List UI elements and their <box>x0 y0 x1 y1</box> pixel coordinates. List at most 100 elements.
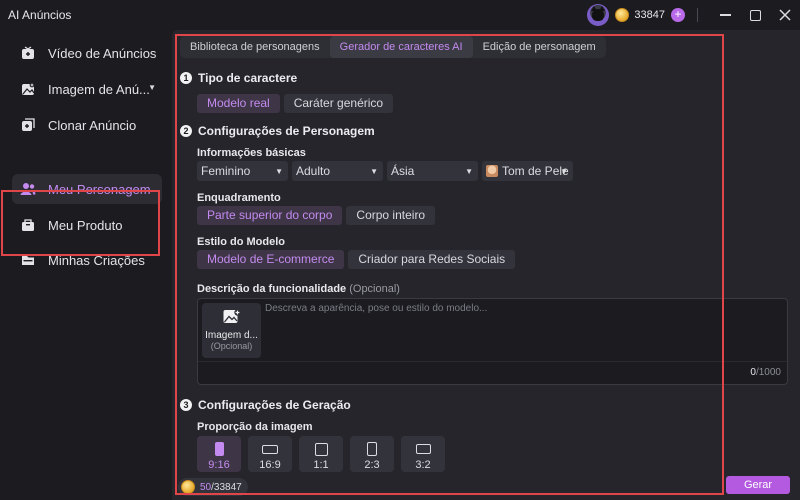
minimize-icon <box>719 14 731 16</box>
sidebar-item-label: Imagem de Anú... <box>48 81 150 97</box>
gender-select[interactable]: Feminino ▼ <box>197 161 288 181</box>
title-bar: AI Anúncios 33847 + <box>0 0 800 30</box>
ratio-1-1-option[interactable]: 1:1 <box>299 436 343 472</box>
sidebar: Vídeo de Anúncios Imagem de Anú... ▼ Clo… <box>0 30 170 500</box>
cat-avatar-icon <box>591 6 606 21</box>
user-avatar[interactable] <box>587 4 610 26</box>
maximize-button[interactable] <box>740 0 770 30</box>
aspect-ratio-label: Proporção da imagem <box>197 421 313 433</box>
option-generic-character[interactable]: Caráter genérico <box>283 94 394 113</box>
sidebar-item-clone-ad[interactable]: Clonar Anúncio <box>12 110 162 140</box>
credits-used: 50 <box>200 481 212 493</box>
ratio-3-2-option[interactable]: 3:2 <box>401 436 445 472</box>
tab-character-editing[interactable]: Edição de personagem <box>473 36 606 58</box>
description-input[interactable]: Descreva a aparência, pose ou estilo do … <box>265 303 487 314</box>
video-add-icon <box>20 45 36 61</box>
close-button[interactable] <box>770 0 800 30</box>
ratio-label: 9:16 <box>208 459 230 471</box>
skin-tone-value: Tom de Pele <box>502 164 569 178</box>
framing-label: Enquadramento <box>197 192 281 204</box>
section-character-type: 1 Tipo de caractere <box>180 71 297 85</box>
option-ecommerce-model[interactable]: Modelo de E-commerce <box>197 250 345 269</box>
image-button-optional: (Opcional) <box>210 341 253 351</box>
generate-button[interactable]: Gerar <box>726 476 790 494</box>
ratio-9-16-option[interactable]: 9:16 <box>197 436 241 472</box>
ratio-label: 16:9 <box>259 459 281 471</box>
age-value: Adulto <box>296 164 331 178</box>
landscape-ratio-icon <box>415 444 431 454</box>
char-counter: 0/1000 <box>750 367 781 378</box>
close-icon <box>779 9 791 21</box>
character-generator-panel: Biblioteca de personagens Gerador de car… <box>172 30 800 500</box>
ratio-label: 2:3 <box>364 459 380 471</box>
skin-tone-swatch-icon <box>486 165 498 177</box>
section-title: Configurações de Personagem <box>198 124 375 138</box>
maximize-icon <box>749 9 761 21</box>
basic-info-selectors: Feminino ▼ Adulto ▼ Ásia ▼ Tom de Pele ▼ <box>197 161 573 181</box>
option-real-model[interactable]: Modelo real <box>197 94 280 113</box>
aspect-ratio-selector: 9:16 16:9 1:1 2:3 3:2 <box>197 436 445 472</box>
region-select[interactable]: Ásia ▼ <box>387 161 478 181</box>
ratio-16-9-option[interactable]: 16:9 <box>248 436 292 472</box>
landscape-ratio-icon <box>262 445 278 454</box>
option-full-body[interactable]: Corpo inteiro <box>346 206 436 225</box>
optional-tag: (Opcional) <box>349 283 400 295</box>
feature-description-label: Descrição da funcionalidade (Opcional) <box>197 283 400 295</box>
credit-usage: 50 /33847 <box>178 478 248 496</box>
model-style-selector: Modelo de E-commerce Criador para Redes … <box>197 250 516 269</box>
sidebar-item-label: Vídeo de Anúncios <box>48 45 157 61</box>
chevron-down-icon: ▼ <box>465 167 473 176</box>
title-separator <box>697 8 698 22</box>
portrait-ratio-icon <box>367 442 377 456</box>
clone-icon <box>20 117 36 133</box>
add-credits-button[interactable]: + <box>671 8 685 22</box>
app-window: AI Anúncios 33847 + Vídeo de Anúncios Im… <box>0 0 800 500</box>
age-select[interactable]: Adulto ▼ <box>292 161 383 181</box>
option-upper-body[interactable]: Parte superior do corpo <box>197 206 343 225</box>
step-number: 3 <box>180 399 192 411</box>
square-ratio-icon <box>314 443 328 456</box>
step-number: 1 <box>180 72 192 84</box>
basic-info-label: Informações básicas <box>197 147 306 159</box>
description-box: Imagem d... (Opcional) Descreva a aparên… <box>197 298 788 385</box>
character-type-selector: Modelo real Caráter genérico <box>197 94 394 113</box>
section-generation-settings: 3 Configurações de Geração <box>180 398 351 412</box>
reference-image-button[interactable]: Imagem d... (Opcional) <box>202 303 261 358</box>
portrait-ratio-icon <box>214 442 224 456</box>
section-title: Configurações de Geração <box>198 398 351 412</box>
add-image-icon <box>223 309 241 323</box>
minimize-button[interactable] <box>710 0 740 30</box>
image-button-label: Imagem d... <box>205 330 258 341</box>
tab-bar: Biblioteca de personagens Gerador de car… <box>180 36 606 58</box>
bottom-bar: 50 /33847 <box>172 474 800 500</box>
credits-total: /33847 <box>211 481 242 493</box>
ratio-label: 1:1 <box>313 459 329 471</box>
gender-value: Feminino <box>201 164 251 178</box>
region-value: Ásia <box>391 164 415 178</box>
sidebar-item-image-ads[interactable]: Imagem de Anú... ▼ <box>12 74 162 104</box>
step-number: 2 <box>180 125 192 137</box>
section-title: Tipo de caractere <box>198 71 298 85</box>
option-social-creator[interactable]: Criador para Redes Sociais <box>348 250 516 269</box>
char-max: /1000 <box>755 367 781 378</box>
chevron-down-icon: ▼ <box>370 167 378 176</box>
section-character-settings: 2 Configurações de Personagem <box>180 124 375 138</box>
chevron-down-icon: ▼ <box>148 83 156 92</box>
title-bar-controls: 33847 + <box>587 0 800 30</box>
ratio-2-3-option[interactable]: 2:3 <box>350 436 394 472</box>
image-add-icon <box>20 81 36 97</box>
ratio-label: 3:2 <box>415 459 431 471</box>
coin-icon <box>181 480 195 494</box>
chevron-down-icon: ▼ <box>560 167 568 176</box>
tab-ai-character-generator[interactable]: Gerador de caracteres AI <box>329 36 473 58</box>
tab-character-library[interactable]: Biblioteca de personagens <box>180 36 330 58</box>
framing-selector: Parte superior do corpo Corpo inteiro <box>197 206 436 225</box>
sidebar-item-video-ads[interactable]: Vídeo de Anúncios <box>12 38 162 68</box>
skin-tone-select[interactable]: Tom de Pele ▼ <box>482 161 573 181</box>
description-label-text: Descrição da funcionalidade <box>197 283 347 295</box>
app-title: AI Anúncios <box>8 8 72 22</box>
model-style-label: Estilo do Modelo <box>197 236 285 248</box>
coin-icon <box>615 8 630 22</box>
chevron-down-icon: ▼ <box>275 167 283 176</box>
sidebar-item-label: Clonar Anúncio <box>48 117 137 133</box>
